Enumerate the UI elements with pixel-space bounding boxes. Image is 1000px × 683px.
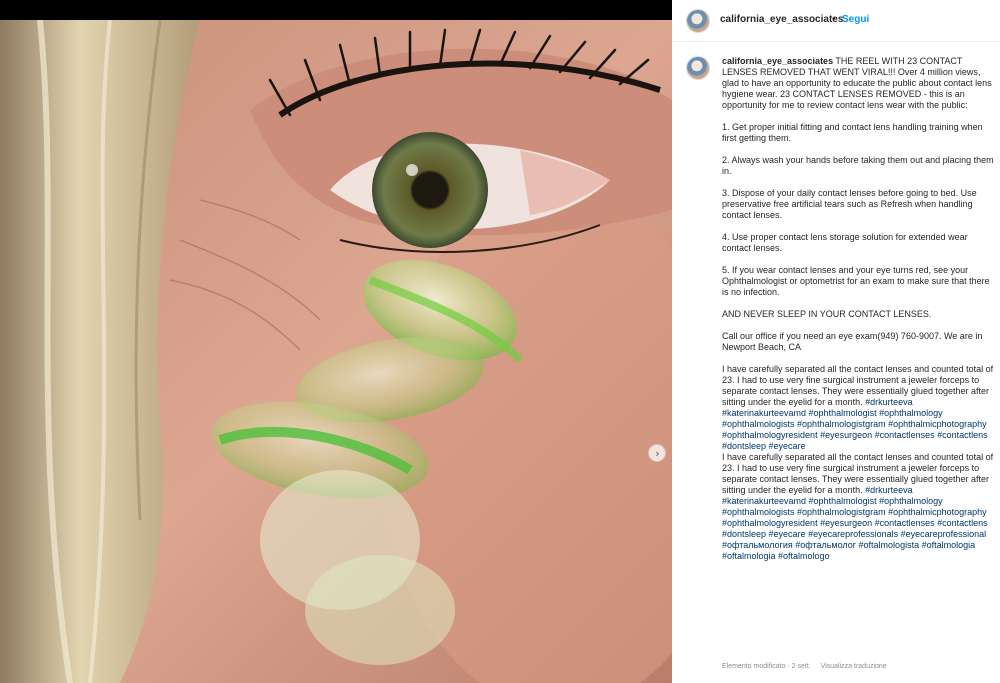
hashtags-2[interactable]: #drkurteeva #katerinakurteevamd #ophthal… [722,485,990,561]
tip-1: 1. Get proper initial fitting and contac… [722,122,986,143]
post-meta: Elemento modificato · 2 sett. Visualizza… [722,663,895,670]
story-text-1: I have carefully separated all the conta… [722,364,996,407]
story-text-2: I have carefully separated all the conta… [722,452,996,495]
caption-username[interactable]: california_eye_associates [722,56,833,66]
tip-2: 2. Always wash your hands before taking … [722,155,997,176]
post-sidebar: california_eye_associates • Segui califo… [672,0,1000,683]
translate-link[interactable]: Visualizza traduzione [821,663,887,670]
story-block-2: I have carefully separated all the conta… [722,452,998,562]
edited-label: Elemento modificato · 2 sett. [722,663,811,670]
tip-3: 3. Dispose of your daily contact lenses … [722,188,980,220]
post-image [0,20,672,683]
tip-4: 4. Use proper contact lens storage solut… [722,232,971,253]
call-text: Call our office if you need an eye exam(… [722,331,985,352]
header-username[interactable]: california_eye_associates [720,14,843,25]
tip-5: 5. If you wear contact lenses and your e… [722,265,993,297]
separator-dot: • [832,14,836,25]
next-slide-button[interactable]: › [648,444,666,462]
chevron-right-icon: › [655,446,660,460]
caption: california_eye_associates THE REEL WITH … [722,56,998,562]
avatar[interactable] [686,9,710,33]
caption-avatar[interactable] [686,56,710,80]
post-header: california_eye_associates • Segui [672,0,1000,42]
warning-text: AND NEVER SLEEP IN YOUR CONTACT LENSES. [722,309,932,319]
caption-intro: california_eye_associates THE REEL WITH … [722,56,998,111]
story-block-1: I have carefully separated all the conta… [722,364,998,452]
top-bar [0,0,672,20]
follow-button[interactable]: Segui [842,14,869,25]
